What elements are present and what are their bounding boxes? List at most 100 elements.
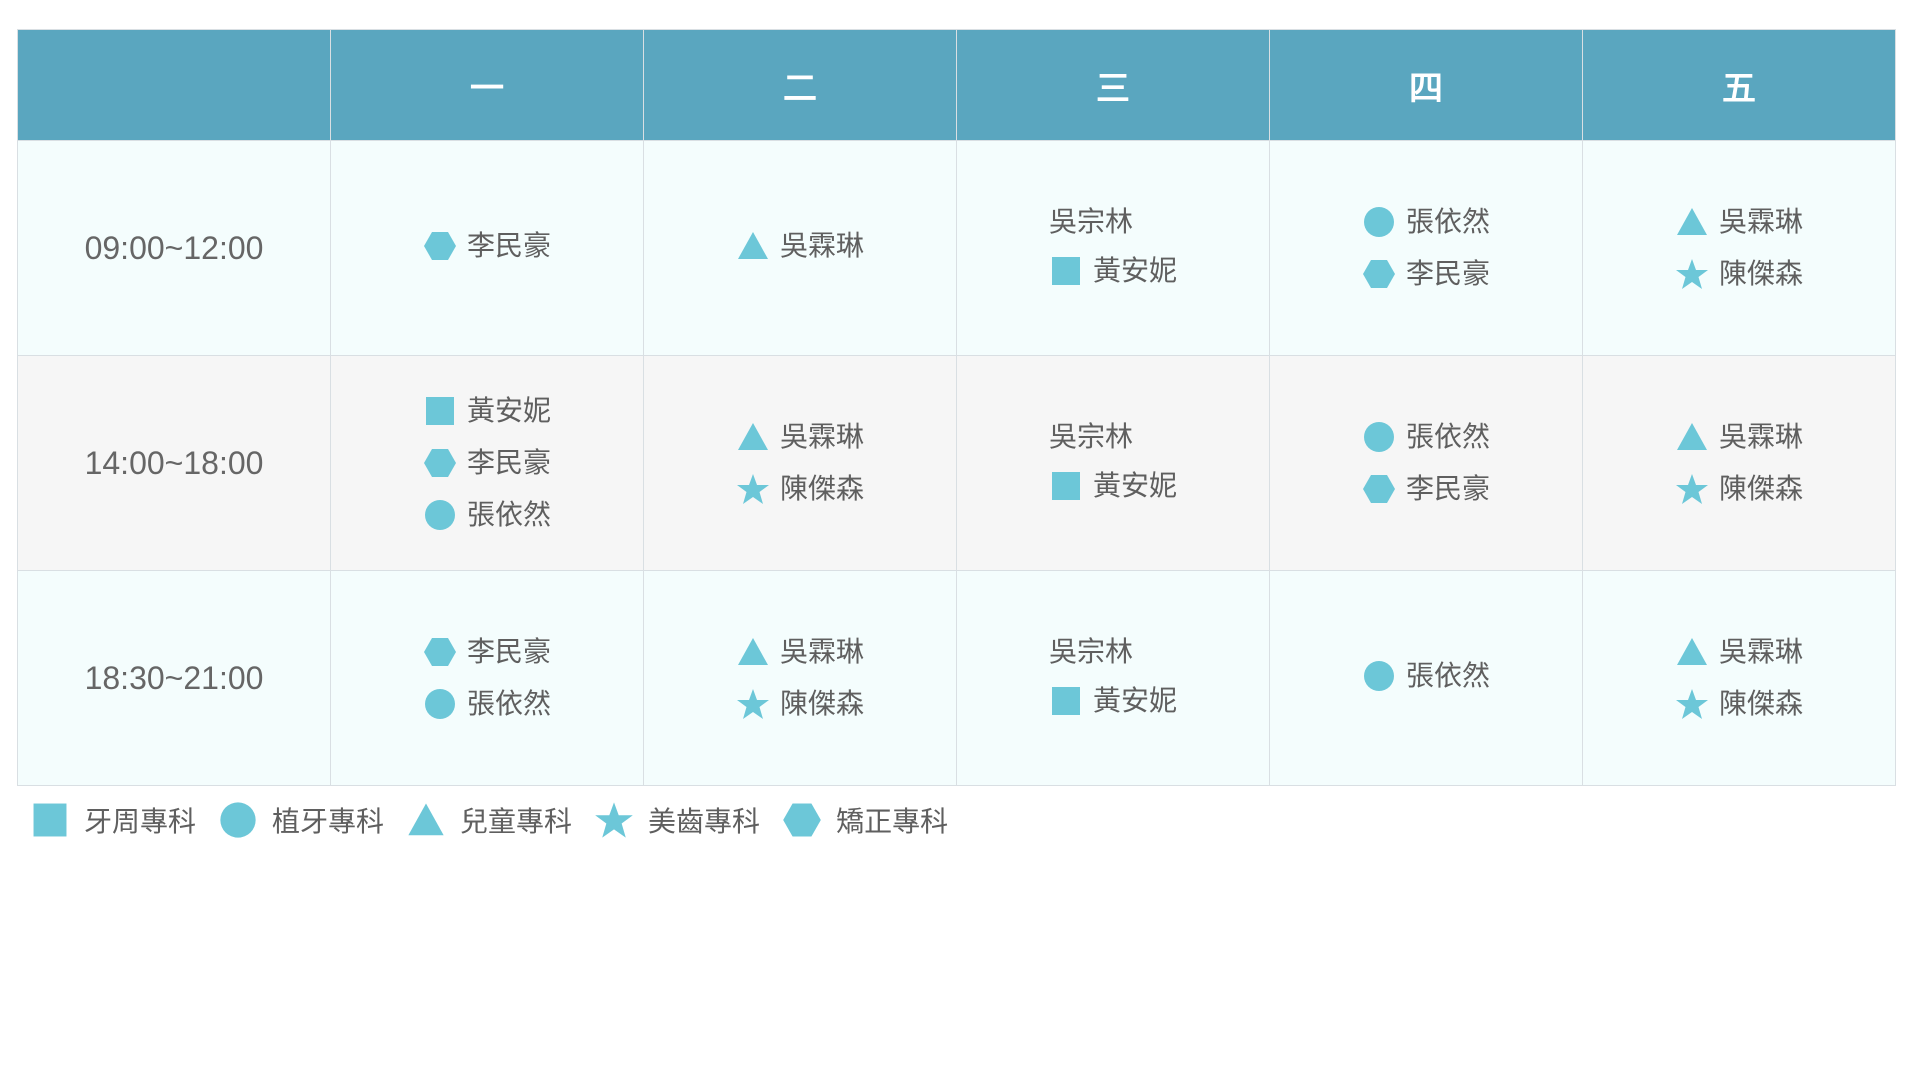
doctor-list: 張依然 (1362, 659, 1490, 693)
doctor-entry: 吳霖琳 (1675, 420, 1803, 454)
schedule-cell: 黃安妮 李民豪 張依然 (330, 355, 644, 571)
doctor-name: 張依然 (466, 687, 551, 720)
header-corner (17, 29, 331, 141)
doctor-list: 吳宗林 黃安妮 (1049, 208, 1177, 288)
doctor-list: 吳霖琳 陳傑森 (736, 420, 864, 506)
square-icon (30, 800, 70, 840)
schedule-cell: 李民豪 (330, 140, 644, 356)
doctor-entry: 陳傑森 (1675, 257, 1803, 291)
legend-item: 牙周專科 (30, 800, 196, 840)
doctor-name: 黃安妮 (1092, 469, 1177, 502)
legend-label: 牙周專科 (84, 805, 197, 838)
doctor-entry: 陳傑森 (1675, 472, 1803, 506)
doctor-entry: 黃安妮 (423, 394, 551, 428)
hexagon-icon (782, 800, 822, 840)
hexagon-icon (423, 635, 457, 669)
schedule-row: 09:00~12:00 李民豪 吳霖琳 吳宗林 黃安妮 張依然李民豪 吳霖琳陳傑森 (17, 140, 1896, 356)
header-day-5: 五 (1582, 29, 1896, 141)
hexagon-icon (423, 229, 457, 263)
doctor-entry: 黃安妮 (1049, 469, 1177, 503)
legend-item: 兒童專科 (406, 800, 572, 840)
star-icon (736, 472, 770, 506)
doctor-list: 吳霖琳陳傑森 (1675, 205, 1803, 291)
doctor-name: 吳霖琳 (1718, 205, 1803, 238)
doctor-list: 李民豪 張依然 (423, 635, 551, 721)
doctor-entry: 吳霖琳 (736, 420, 864, 454)
schedule-cell: 吳宗林黃安妮 (956, 355, 1270, 571)
doctor-name: 李民豪 (466, 446, 551, 479)
doctor-list: 吳宗林黃安妮 (1049, 423, 1177, 503)
star-icon (1675, 687, 1709, 721)
doctor-name: 吳宗林 (1048, 205, 1133, 238)
hexagon-icon (1362, 257, 1396, 291)
triangle-icon (736, 420, 770, 454)
doctor-entry: 張依然 (1362, 205, 1490, 239)
doctor-entry: 吳宗林 (1049, 423, 1133, 451)
square-icon (1049, 684, 1083, 718)
schedule-cell: 吳宗林 黃安妮 (956, 570, 1270, 786)
doctor-entry: 黃安妮 (1049, 684, 1177, 718)
doctor-entry: 吳霖琳 (1675, 205, 1803, 239)
time-slot-label: 09:00~12:00 (17, 140, 331, 356)
doctor-list: 吳宗林 黃安妮 (1049, 638, 1177, 718)
doctor-name: 張依然 (466, 498, 551, 531)
doctor-name: 吳霖琳 (779, 229, 864, 262)
square-icon (1049, 469, 1083, 503)
doctor-entry: 吳霖琳 (1675, 635, 1803, 669)
doctor-name: 李民豪 (1405, 257, 1490, 290)
hexagon-icon (423, 446, 457, 480)
doctor-entry: 李民豪 (1362, 257, 1490, 291)
triangle-icon (1675, 205, 1709, 239)
doctor-entry: 陳傑森 (736, 687, 864, 721)
circle-icon (1362, 205, 1396, 239)
doctor-name: 吳霖琳 (1718, 635, 1803, 668)
doctor-list: 吳霖琳 陳傑森 (1675, 635, 1803, 721)
legend-label: 植牙專科 (272, 805, 385, 838)
star-icon (1675, 257, 1709, 291)
schedule-cell: 張依然 李民豪 (1269, 355, 1583, 571)
schedule-cell: 張依然 (1269, 570, 1583, 786)
doctor-name: 李民豪 (466, 635, 551, 668)
header-row: 一 二 三 四 五 (17, 29, 1896, 141)
square-icon (1049, 254, 1083, 288)
doctor-list: 李民豪 (423, 229, 551, 263)
circle-icon (423, 687, 457, 721)
doctor-list: 吳霖琳 (736, 229, 864, 263)
doctor-name: 李民豪 (466, 229, 551, 262)
doctor-name: 張依然 (1405, 205, 1490, 238)
doctor-entry: 吳霖琳 (736, 229, 864, 263)
star-icon (736, 687, 770, 721)
circle-icon (1362, 659, 1396, 693)
schedule-cell: 吳霖琳 陳傑森 (1582, 570, 1896, 786)
doctor-list: 張依然 李民豪 (1362, 420, 1490, 506)
doctor-name: 陳傑森 (1718, 472, 1803, 505)
doctor-name: 黃安妮 (466, 394, 551, 427)
doctor-list: 吳霖琳 陳傑森 (1675, 420, 1803, 506)
legend-label: 矯正專科 (836, 805, 949, 838)
doctor-list: 吳霖琳陳傑森 (736, 635, 864, 721)
schedule-cell: 吳霖琳 陳傑森 (1582, 355, 1896, 571)
circle-icon (1362, 420, 1396, 454)
triangle-icon (406, 800, 446, 840)
header-day-4: 四 (1269, 29, 1583, 141)
schedule-cell: 吳霖琳 陳傑森 (643, 355, 957, 571)
schedule-cell: 吳霖琳陳傑森 (1582, 140, 1896, 356)
schedule-table: 一 二 三 四 五 09:00~12:00 李民豪 吳霖琳 吳宗林 黃安妮 張依然 李民豪吳… (17, 29, 1896, 786)
doctor-list: 黃安妮 李民豪 張依然 (423, 394, 551, 532)
doctor-entry: 李民豪 (1362, 472, 1490, 506)
schedule-row: 18:30~21:00 李民豪 張依然 吳霖琳 陳傑森 吳宗林 黃安妮 張依然 吳霖琳 陳傑森 (17, 570, 1896, 786)
header-day-3: 三 (956, 29, 1270, 141)
doctor-name: 黃安妮 (1092, 684, 1177, 717)
doctor-name: 吳宗林 (1048, 420, 1133, 453)
triangle-icon (736, 635, 770, 669)
legend-label: 兒童專科 (460, 805, 573, 838)
star-icon (1675, 472, 1709, 506)
doctor-name: 張依然 (1405, 659, 1490, 692)
legend-item: 矯正專科 (782, 800, 948, 840)
schedule-cell: 張依然 李民豪 (1269, 140, 1583, 356)
doctor-entry: 吳宗林 (1049, 208, 1133, 236)
doctor-name: 吳霖琳 (779, 635, 864, 668)
doctor-name: 吳霖琳 (1718, 420, 1803, 453)
doctor-entry: 張依然 (423, 687, 551, 721)
schedule-row: 14:00~18:00 黃安妮 李民豪 張依然 吳霖琳 陳傑森 吳宗林 黃安妮 張依然 李民豪 吳霖… (17, 355, 1896, 571)
